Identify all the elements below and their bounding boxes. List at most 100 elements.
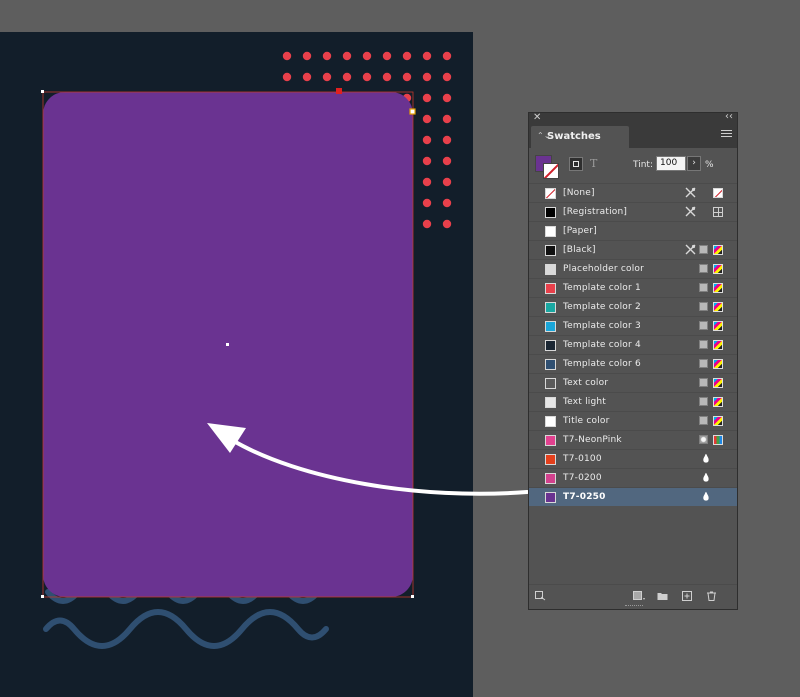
swatch-color-chip [545,378,556,389]
tint-stepper-button[interactable]: › [687,156,701,171]
swatch-row[interactable]: Template color 2 [529,297,737,316]
swatch-name: [Paper] [563,226,597,236]
show-swatch-kinds-icon[interactable] [633,591,646,601]
formatting-text-icon[interactable]: T [590,157,597,170]
collapse-icon[interactable]: ‹‹ [725,111,733,122]
swatch-color-chip [545,397,556,408]
decor-dot [282,51,292,61]
decor-dot [422,198,432,208]
decor-dot [402,51,412,61]
tint-input[interactable]: 100 [656,156,686,171]
swatch-name: Template color 4 [563,340,641,350]
swatch-row[interactable]: Template color 3 [529,316,737,335]
cmyk-mode-icon [713,302,723,312]
swatch-row[interactable]: T7-0100 💧 [529,449,737,468]
decor-dot [322,51,332,61]
decor-dot [422,93,432,103]
mixed-ink-icon: 💧 [701,454,711,463]
swatch-row[interactable]: [Paper] [529,221,737,240]
decor-dot [442,219,452,229]
swatch-name: [None] [563,188,595,198]
swatch-row[interactable]: [None] [529,183,737,202]
swatch-row[interactable]: T7-NeonPink [529,430,737,449]
swatch-name: Text light [563,397,607,407]
hamburger-menu-icon[interactable] [721,130,732,139]
process-color-icon [699,264,708,273]
process-color-icon [699,283,708,292]
decor-dot [282,72,292,82]
document-page[interactable] [0,32,473,697]
swatch-row[interactable]: Template color 6 [529,354,737,373]
swatch-row[interactable]: Text color [529,373,737,392]
swatch-list[interactable]: [None] [Registration] [Paper] [Black] Placeh… [529,183,737,506]
decor-dot [442,93,452,103]
swatch-name: Template color 6 [563,359,641,369]
decor-dot [422,156,432,166]
swatch-row[interactable]: [Black] [529,240,737,259]
process-color-icon [699,416,708,425]
swatch-name: Template color 2 [563,302,641,312]
decor-dot [442,72,452,82]
swatch-row[interactable]: T7-0250 💧 [529,487,737,506]
process-color-icon [699,245,708,254]
non-editable-icon [685,187,696,198]
mixed-ink-icon: 💧 [701,492,711,501]
swatch-row[interactable]: Placeholder color [529,259,737,278]
tab-label: Swatches [547,131,601,142]
delete-swatch-icon[interactable] [706,591,717,601]
new-color-group-icon[interactable] [657,591,668,601]
process-color-icon [699,359,708,368]
new-swatch-icon[interactable] [682,591,693,601]
swatch-name: T7-NeonPink [563,435,622,445]
decor-dot [322,72,332,82]
swatch-row[interactable]: Template color 1 [529,278,737,297]
decor-dot [402,72,412,82]
swatch-row[interactable]: Title color [529,411,737,430]
swatch-row[interactable]: Text light [529,392,737,411]
panel-title-bar[interactable]: ✕ ‹‹ [529,111,737,124]
decor-dot [422,177,432,187]
swatch-color-chip [545,283,556,294]
cmyk-mode-icon [713,359,723,369]
non-editable-icon [685,244,696,255]
import-swatches-icon[interactable] [535,591,546,601]
swatches-panel[interactable]: ✕ ‹‹ ⌃⌄ Swatches T Tint: 100 › % [None][… [528,111,738,610]
handle-top [336,88,342,94]
swatch-color-chip [545,321,556,332]
close-icon[interactable]: ✕ [533,112,541,123]
cmyk-mode-icon [713,378,723,388]
decor-dot [442,156,452,166]
cmyk-mode-icon [713,283,723,293]
process-color-icon [699,397,708,406]
panel-tab-row: ⌃⌄ Swatches [529,124,737,148]
swatch-color-chip [545,340,556,351]
fill-stroke-icon[interactable] [535,155,559,179]
swatch-color-chip [545,188,556,199]
swatch-name: Text color [563,378,609,388]
tab-swatches[interactable]: ⌃⌄ Swatches [531,126,629,148]
swatch-row[interactable]: [Registration] [529,202,737,221]
process-color-icon [699,378,708,387]
wave-lower [43,608,329,650]
resize-grip[interactable] [625,605,643,608]
swatch-name: Template color 3 [563,321,641,331]
swatch-row[interactable]: Template color 4 [529,335,737,354]
swatch-name: [Registration] [563,207,628,217]
process-color-icon [699,321,708,330]
decor-dot [442,51,452,61]
decor-dot [362,51,372,61]
decor-dot [342,72,352,82]
rgb-mode-icon [713,435,723,445]
formatting-container-icon[interactable] [569,157,583,171]
stroke-swatch[interactable] [543,163,559,179]
swatch-row[interactable]: T7-0200 💧 [529,468,737,487]
swatch-name: Placeholder color [563,264,645,274]
process-color-icon [699,302,708,311]
decor-dot [442,135,452,145]
decor-dot [422,72,432,82]
decor-dot [342,51,352,61]
decor-dot [442,177,452,187]
swatch-color-chip [545,264,556,275]
decor-dot [442,198,452,208]
decor-dot [382,72,392,82]
